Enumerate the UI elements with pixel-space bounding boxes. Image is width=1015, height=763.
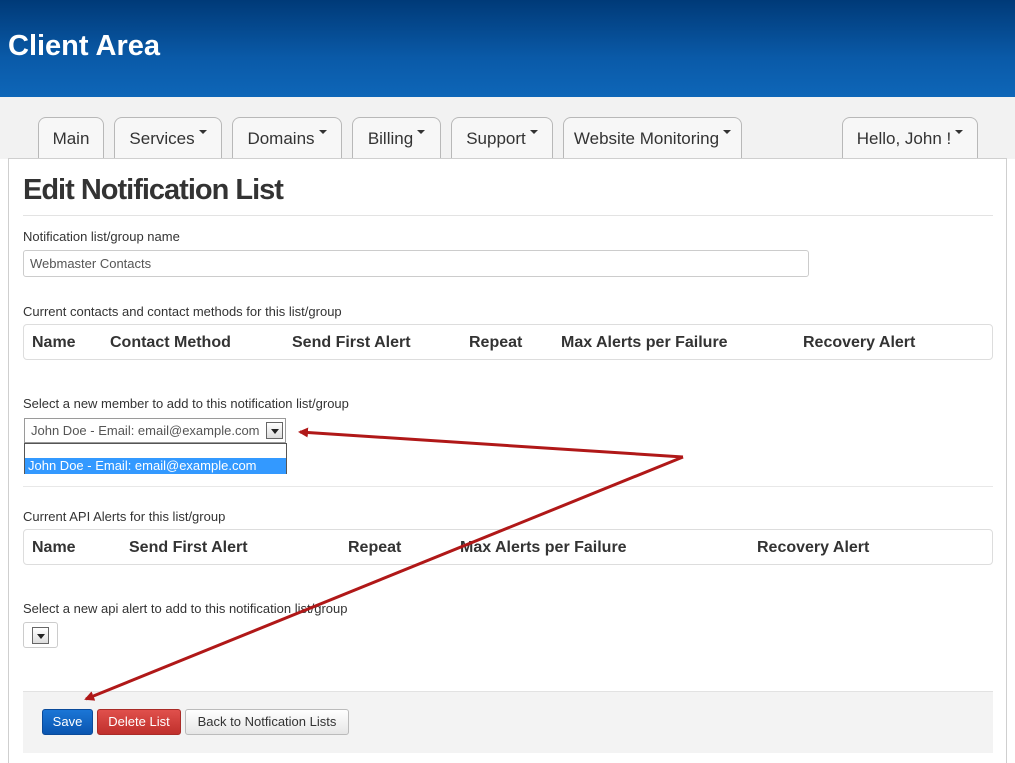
caret-down-icon [955, 130, 964, 134]
back-to-lists-button[interactable]: Back to Notfication Lists [185, 709, 349, 735]
new-api-alert-label: Select a new api alert to add to this no… [23, 601, 348, 616]
site-title: Client Area [8, 30, 161, 62]
tab-billing-label: Billing [367, 129, 414, 148]
column-header-repeat: Repeat [348, 539, 402, 556]
api-alerts-table-header: Name Send First Alert Repeat Max Alerts … [23, 529, 993, 565]
tab-services[interactable]: Services [114, 117, 222, 159]
new-member-dropdown-list: John Doe - Email: email@example.com [24, 443, 287, 474]
column-header-max-alerts: Max Alerts per Failure [561, 334, 728, 351]
list-name-input[interactable]: Webmaster Contacts [23, 250, 809, 277]
tab-website-monitoring[interactable]: Website Monitoring [563, 117, 742, 159]
column-header-max-alerts: Max Alerts per Failure [460, 539, 627, 556]
caret-down-icon [529, 130, 538, 134]
new-member-label: Select a new member to add to this notif… [23, 396, 349, 411]
dropdown-arrow-icon[interactable] [32, 627, 49, 644]
tab-website-monitoring-label: Website Monitoring [573, 129, 720, 148]
user-menu[interactable]: Hello, John ! [842, 117, 978, 159]
dropdown-arrow-icon[interactable] [266, 422, 283, 439]
column-header-name: Name [32, 334, 76, 351]
column-header-send-first-alert: Send First Alert [292, 334, 411, 351]
new-api-alert-select[interactable] [23, 622, 58, 648]
api-alerts-label: Current API Alerts for this list/group [23, 509, 226, 524]
column-header-send-first-alert: Send First Alert [129, 539, 248, 556]
column-header-recovery-alert: Recovery Alert [803, 334, 916, 351]
caret-down-icon [723, 130, 732, 134]
contacts-label: Current contacts and contact methods for… [23, 304, 342, 319]
tab-main[interactable]: Main [38, 117, 104, 159]
page-title: Edit Notification List [23, 174, 284, 206]
new-member-selected-value: John Doe - Email: email@example.com [31, 423, 260, 438]
title-divider [23, 215, 993, 216]
caret-down-icon [198, 130, 207, 134]
contacts-table-header: Name Contact Method Send First Alert Rep… [23, 324, 993, 360]
tab-domains[interactable]: Domains [232, 117, 342, 159]
column-header-contact-method: Contact Method [110, 334, 231, 351]
new-member-select[interactable]: John Doe - Email: email@example.com [24, 418, 286, 443]
user-menu-label: Hello, John ! [856, 129, 952, 148]
caret-down-icon [318, 130, 327, 134]
tab-services-label: Services [129, 129, 195, 148]
list-name-label: Notification list/group name [23, 229, 180, 244]
column-header-name: Name [32, 539, 76, 556]
site-header: Client Area [0, 0, 1015, 97]
delete-list-button[interactable]: Delete List [97, 709, 181, 735]
caret-down-icon [417, 130, 426, 134]
section-divider [23, 486, 993, 487]
tab-support-label: Support [466, 129, 526, 148]
tab-main-label: Main [52, 129, 90, 148]
column-header-repeat: Repeat [469, 334, 523, 351]
save-button[interactable]: Save [42, 709, 93, 735]
tab-support[interactable]: Support [451, 117, 553, 159]
dropdown-option[interactable]: John Doe - Email: email@example.com [25, 458, 286, 474]
tab-billing[interactable]: Billing [352, 117, 441, 159]
column-header-recovery-alert: Recovery Alert [757, 539, 870, 556]
tab-domains-label: Domains [247, 129, 315, 148]
